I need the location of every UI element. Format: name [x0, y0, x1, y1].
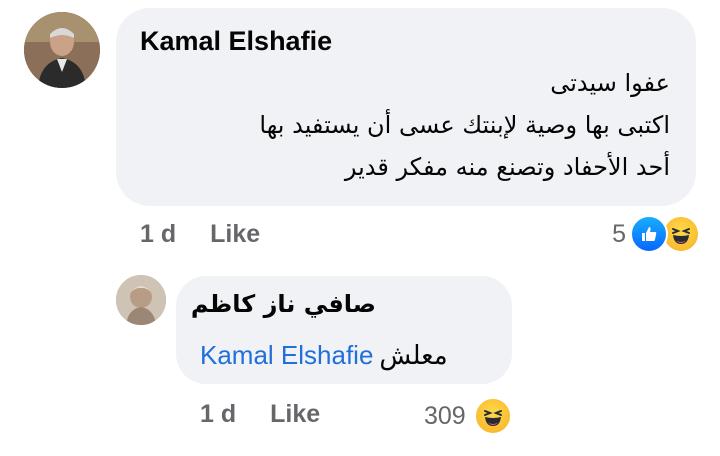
avatar[interactable] [24, 12, 100, 88]
avatar-photo [24, 12, 100, 88]
reply-author[interactable]: صافي ناز كاظم [176, 290, 376, 318]
reply-actions: 1 d Like [200, 400, 320, 429]
comment-line: أحد الأحفاد وتصنع منه مفكر قدير [344, 153, 670, 181]
comment-author[interactable]: Kamal Elshafie [140, 26, 332, 57]
reaction-count: 309 [424, 401, 466, 430]
mention-link[interactable]: Kamal Elshafie [200, 340, 373, 370]
comment-text: عفوا سيدتى اكتبى بها وصية لإبنتك عسى أن … [150, 62, 670, 188]
avatar-photo [116, 275, 166, 325]
like-button[interactable]: Like [210, 220, 260, 248]
comment-line: اكتبى بها وصية لإبنتك عسى أن يستفيد بها [259, 111, 670, 139]
like-reaction-icon [630, 215, 668, 253]
comments-thread: Kamal Elshafie عفوا سيدتى اكتبى بها وصية… [0, 0, 720, 456]
comment-timestamp[interactable]: 1 d [140, 220, 176, 248]
reaction-count: 5 [612, 219, 626, 248]
comment-line: عفوا سيدتى [550, 69, 670, 97]
reply-timestamp[interactable]: 1 d [200, 400, 236, 428]
reply-avatar[interactable] [116, 275, 166, 325]
like-button[interactable]: Like [270, 400, 320, 428]
reactions-summary[interactable]: 5 [612, 214, 700, 254]
reply-text: Kamal Elshafie معلش [200, 340, 490, 371]
reactions-summary[interactable]: 309 [424, 396, 512, 436]
comment-actions: 1 d Like [140, 220, 260, 249]
haha-reaction-icon [473, 397, 512, 435]
reply-message: معلش [379, 341, 448, 371]
